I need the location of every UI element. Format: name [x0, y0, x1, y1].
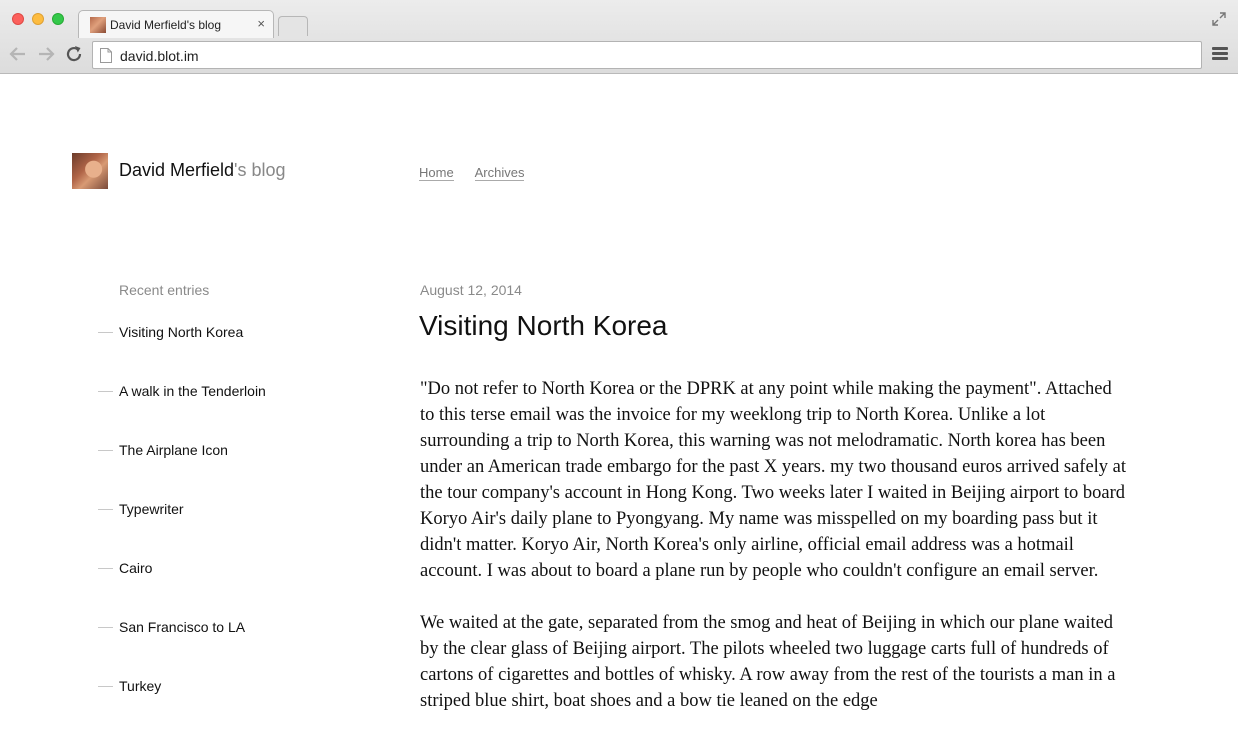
fullscreen-icon[interactable]: [1212, 12, 1226, 26]
favicon-icon: [90, 17, 106, 33]
window-maximize-button[interactable]: [52, 13, 64, 25]
window-minimize-button[interactable]: [32, 13, 44, 25]
url-text: david.blot.im: [120, 48, 199, 64]
dash-divider: [98, 686, 113, 687]
browser-tab[interactable]: David Merfield's blog ×: [78, 10, 274, 38]
dash-divider: [98, 509, 113, 510]
hamburger-menu-icon[interactable]: [1212, 47, 1228, 61]
tab-title: David Merfield's blog: [110, 18, 222, 32]
web-page: David Merfield's blog Home Archives Rece…: [0, 74, 1238, 739]
tab-close-icon[interactable]: ×: [257, 16, 265, 32]
top-nav: Home Archives: [419, 165, 542, 181]
site-title-suffix: 's blog: [234, 160, 286, 180]
site-title[interactable]: David Merfield's blog: [119, 160, 286, 181]
post-body: "Do not refer to North Korea or the DPRK…: [420, 376, 1130, 739]
entry-link[interactable]: Visiting North Korea: [119, 324, 243, 340]
post-paragraph: "Do not refer to North Korea or the DPRK…: [420, 379, 1127, 581]
dash-divider: [98, 568, 113, 569]
dash-divider: [98, 450, 113, 451]
post-title: Visiting North Korea: [419, 310, 668, 341]
entry-link[interactable]: The Airplane Icon: [119, 442, 228, 458]
nav-link-home[interactable]: Home: [419, 165, 454, 181]
address-bar[interactable]: david.blot.im: [92, 41, 1202, 69]
nav-link-archives[interactable]: Archives: [474, 165, 525, 181]
new-tab-button[interactable]: [278, 16, 308, 36]
avatar[interactable]: [72, 153, 108, 189]
entry-link[interactable]: Cairo: [119, 560, 152, 576]
dash-divider: [98, 391, 113, 392]
back-arrow-icon[interactable]: [8, 44, 28, 64]
page-icon: [100, 48, 112, 63]
post-paragraph: We waited at the gate, separated from th…: [420, 613, 1116, 711]
recent-entries-heading: Recent entries: [119, 282, 210, 298]
entry-link[interactable]: San Francisco to LA: [119, 619, 245, 635]
entry-link[interactable]: A walk in the Tenderloin: [119, 383, 266, 399]
browser-chrome: David Merfield's blog × david.blot.im: [0, 0, 1238, 74]
dash-divider: [98, 332, 113, 333]
entry-link[interactable]: Turkey: [119, 678, 161, 694]
entry-link[interactable]: Typewriter: [119, 501, 184, 517]
forward-arrow-icon[interactable]: [36, 44, 56, 64]
post-date: August 12, 2014: [420, 282, 522, 298]
reload-icon[interactable]: [64, 44, 84, 64]
window-close-button[interactable]: [12, 13, 24, 25]
site-title-name: David Merfield: [119, 160, 235, 180]
dash-divider: [98, 627, 113, 628]
